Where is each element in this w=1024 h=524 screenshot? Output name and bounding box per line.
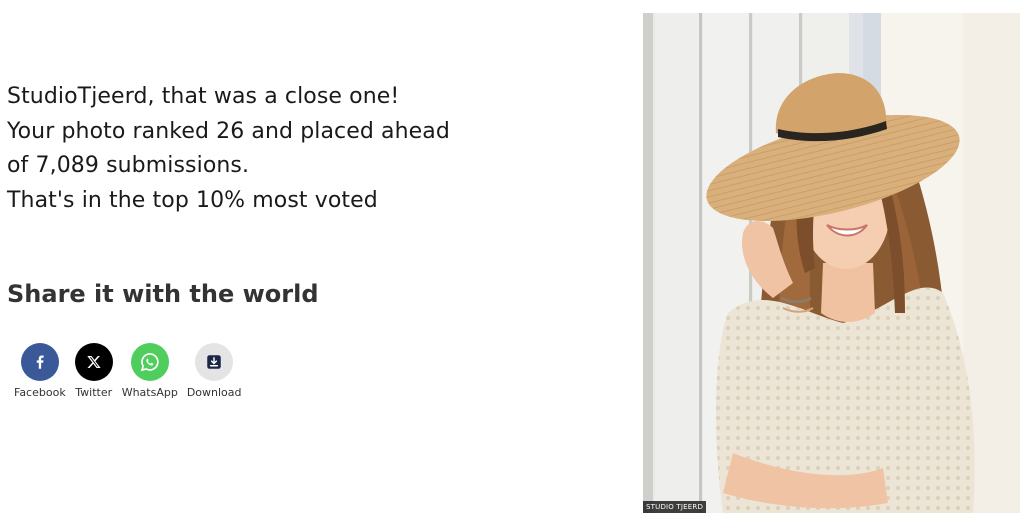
result-line-rank: Your photo ranked 26 and placed ahead: [7, 118, 450, 144]
photo-watermark: STUDIO TJEERD: [643, 501, 707, 513]
facebook-icon[interactable]: [20, 343, 59, 381]
result-message: StudioTjeerd, that was a close one! Your…: [7, 80, 567, 218]
share-buttons: Facebook Twitter WhatsApp Download: [14, 343, 251, 399]
page: StudioTjeerd, that was a close one! Your…: [0, 0, 1024, 524]
result-line-percentile: That's in the top 10% most voted: [7, 187, 378, 213]
result-line-greeting: StudioTjeerd, that was a close one!: [7, 84, 400, 109]
share-facebook-button[interactable]: Facebook: [14, 343, 66, 399]
result-line-submissions: of 7,089 submissions.: [7, 153, 250, 178]
share-twitter-button[interactable]: Twitter: [74, 343, 113, 399]
x-icon[interactable]: [74, 343, 113, 381]
share-whatsapp-button[interactable]: WhatsApp: [122, 343, 178, 399]
share-download-button[interactable]: Download: [187, 343, 242, 399]
download-icon[interactable]: [195, 343, 234, 381]
share-heading: Share it with the world: [7, 280, 319, 308]
photo-illustration: [643, 13, 1020, 513]
submitted-photo: STUDIO TJEERD: [643, 13, 1020, 513]
share-whatsapp-label: WhatsApp: [121, 386, 178, 399]
whatsapp-icon[interactable]: [130, 343, 169, 381]
share-facebook-label: Facebook: [14, 386, 66, 399]
share-twitter-label: Twitter: [75, 386, 113, 399]
share-download-label: Download: [186, 386, 242, 399]
